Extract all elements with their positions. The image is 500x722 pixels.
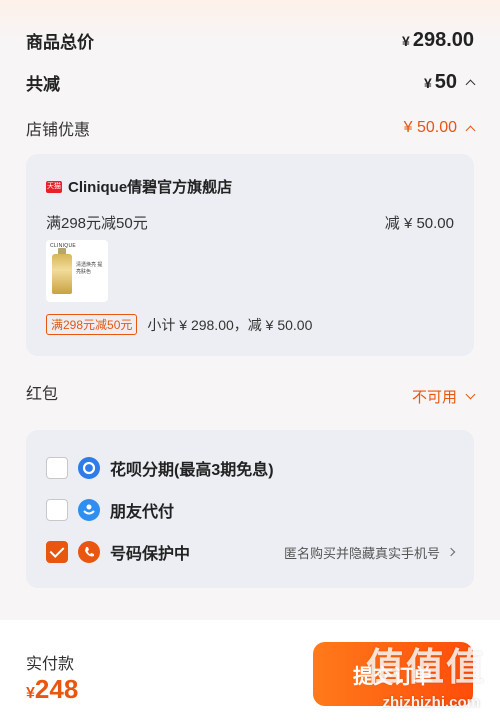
friend-pay-label: 朋友代付 [110, 504, 175, 521]
total-discount-label: 共减 [26, 75, 60, 94]
promo-amount: 减 ¥ 50.00 [384, 215, 454, 232]
chevron-down-icon [465, 389, 476, 400]
payment-options-card: 花呗分期(最高3期免息) 朋友代付 号码保护中 匿名购买并隐藏真实手机号 [26, 430, 474, 588]
red-packet-status[interactable]: 不可用 [412, 386, 476, 407]
promo-tag-line: 满298元减50元 小计 ¥ 298.00，减 ¥ 50.00 [46, 314, 312, 335]
option-huabei[interactable]: 花呗分期(最高3期免息) [46, 456, 454, 480]
chevron-up-icon[interactable] [465, 79, 476, 90]
option-friend-pay[interactable]: 朋友代付 [46, 498, 454, 522]
number-protection-label: 号码保护中 [110, 546, 191, 563]
promo-text: 满298元减50元 [46, 215, 148, 232]
goods-total-amount: ¥298.00 [402, 29, 474, 51]
huabei-label: 花呗分期(最高3期免息) [110, 462, 274, 479]
product-bottle-image [52, 254, 72, 294]
red-packet-label: 红包 [26, 385, 59, 403]
huabei-checkbox[interactable] [46, 457, 68, 479]
friend-pay-icon [78, 499, 100, 521]
watermark-url: zhizhizhi.com [382, 694, 481, 711]
goods-total-label: 商品总价 [26, 33, 94, 52]
store-subtotal: 小计 ¥ 298.00，减 ¥ 50.00 [147, 316, 313, 333]
chevron-up-icon[interactable] [465, 125, 476, 135]
number-protection-checkbox[interactable] [46, 541, 68, 563]
goods-total-row: 商品总价 ¥298.00 [26, 28, 474, 53]
pay-label: 实付款 [26, 656, 75, 673]
total-discount-amount: ¥50 [424, 71, 476, 94]
promo-tag: 满298元减50元 [46, 314, 138, 335]
product-caption: 清透焕亮 提亮肤色 [76, 262, 103, 275]
red-packet-row[interactable]: 红包 不可用 [26, 376, 476, 407]
option-number-protection[interactable]: 号码保护中 匿名购买并隐藏真实手机号 [46, 540, 456, 564]
promo-line: 满298元减50元 减 ¥ 50.00 [46, 212, 454, 233]
store-discount-amount: ¥ 50.00 [404, 119, 476, 137]
number-protection-desc[interactable]: 匿名购买并隐藏真实手机号 [284, 543, 456, 562]
friend-pay-checkbox[interactable] [46, 499, 68, 521]
total-discount-row[interactable]: 共减 ¥50 [26, 70, 476, 95]
tmall-icon: 天猫 [46, 180, 62, 193]
pay-amount: ¥248 [26, 674, 79, 704]
product-thumbnail[interactable]: CLINIQUE 清透焕亮 提亮肤色 [46, 240, 108, 302]
store-discount-label: 店铺优惠 [26, 122, 91, 139]
store-header: 天猫 Clinique倩碧官方旗舰店 [46, 176, 232, 197]
checkout-footer: 实付款 ¥248 提交订单 值值值 zhizhizhi.com [0, 620, 500, 722]
store-name[interactable]: Clinique倩碧官方旗舰店 [68, 176, 232, 197]
huabei-icon [78, 457, 100, 479]
watermark-logo: 值值值 [365, 647, 486, 689]
phone-protect-icon [78, 541, 100, 563]
store-discount-card: 天猫 Clinique倩碧官方旗舰店 满298元减50元 减 ¥ 50.00 C… [26, 154, 474, 356]
store-discount-row[interactable]: 店铺优惠 ¥ 50.00 [26, 116, 476, 140]
chevron-right-icon [446, 547, 456, 557]
